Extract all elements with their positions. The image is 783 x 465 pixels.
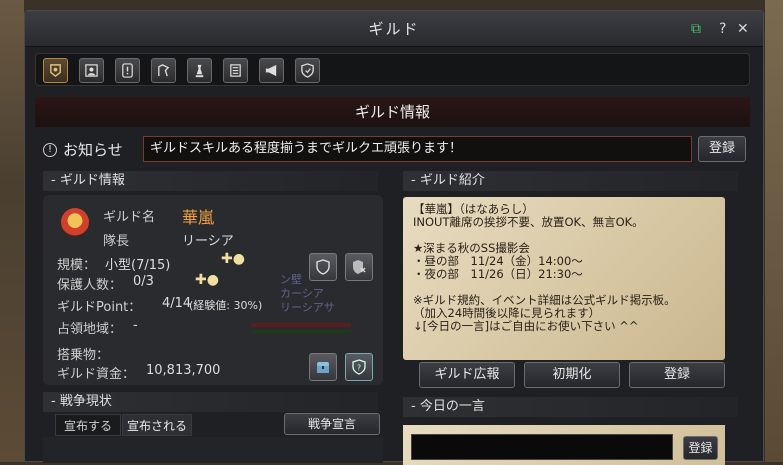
members-tab-icon [85,64,98,77]
tab-shield[interactable] [295,58,320,83]
overlay-ghost-text: ン壁 カーシア リーシアサ [280,273,335,315]
overlay-line: ン壁 [280,273,302,286]
svg-text:?: ? [357,364,361,373]
point-label: ギルドPoint： [57,300,142,315]
tab-toolbar [35,53,750,86]
today-section: - 今日の一言 [403,397,738,417]
notice-icon: ! [43,142,57,157]
tab-skills[interactable] [151,58,176,83]
overlay-bar [251,330,351,333]
tab-notice[interactable] [115,58,140,83]
background-left [0,0,24,462]
tab-chess[interactable] [187,58,212,83]
guild-leave-button[interactable] [345,253,373,281]
skills-tab-icon [158,64,170,77]
shield-cross-icon [353,260,366,274]
point-exp: (経験値: 30%) [189,299,263,312]
tab-megaphone[interactable] [259,58,284,83]
funds-value: 10,813,700 [146,363,221,378]
megaphone-tab-icon [265,64,277,77]
notice-input[interactable]: ギルドスキルある程度揃うまでギルクエ頑張ります！ [143,136,692,162]
leader-label: 隊長 [103,234,130,249]
declare-war-button[interactable]: 戦争宣言 [284,413,380,435]
scale-label: 規模： [57,258,97,273]
close-icon[interactable]: ✕ [737,21,749,37]
guild-emblem [61,208,89,236]
guild-info-section: - ギルド情報 [43,171,378,191]
guild-window: ギルド ⧉ ? ✕ ギルド情報 ! お知らせ ギルドスキルある程度揃うまでギルク… [24,10,764,465]
protect-label: 保護人数： [57,278,123,293]
overlay-line: リーシアサ [280,301,335,314]
notice-label: お知らせ [63,141,123,159]
guild-info-tab-icon [50,64,61,78]
window-title: ギルド [25,11,763,47]
today-register-button[interactable]: 登録 [683,436,718,460]
popout-icon[interactable]: ⧉ [691,21,701,37]
shield-question-icon: ? [352,359,366,375]
scale-value: 小型(7/15) [105,258,171,273]
add-protect-icon[interactable]: ✚● [195,272,219,288]
guild-intro-text: 【華嵐】（はなあらし） INOUT離席の挨拶不要、放置OK、無言OK。 ★深まる… [403,197,725,360]
guild-promo-button[interactable]: ギルド広報 [419,362,515,388]
today-input[interactable] [411,434,673,460]
mount-label: 搭乗物： [57,348,110,363]
board-tab-icon [230,64,241,77]
overlay-bar [251,323,351,327]
guild-name-label: ギルド名 [103,210,156,225]
tab-members[interactable] [79,58,104,83]
section-header: ギルド情報 [35,97,750,127]
tab-board[interactable] [223,58,248,83]
leader-name: リーシア [182,234,234,249]
tab-declared[interactable]: 宣布される [122,414,192,436]
guild-name: 華嵐 [182,208,215,227]
chest-icon [317,362,329,373]
war-list [43,437,383,463]
chess-tab-icon [195,64,204,78]
notice-label-group: ! お知らせ [43,139,123,160]
funds-label: ギルド資金： [57,367,136,382]
intro-register-button[interactable]: 登録 [629,362,725,388]
notice-register-button[interactable]: 登録 [698,136,746,162]
tab-guild-info[interactable] [43,58,68,83]
notice-tab-icon [122,63,133,78]
shield-tab-icon [301,63,314,78]
territory-label: 占領地域： [57,322,123,337]
point-value: 4/14 [162,296,192,311]
background-right [765,0,783,462]
reset-button[interactable]: 初期化 [524,362,620,388]
territory-value: - [133,318,138,333]
overlay-line: カーシア [280,287,324,300]
war-section: - 戦争現状 [43,392,378,412]
storage-button[interactable] [309,353,337,381]
tab-declare[interactable]: 宣布する [55,414,121,436]
protect-value: 0/3 [133,274,154,289]
intro-section: - ギルド紹介 [403,171,738,191]
guild-help-button[interactable]: ? [345,353,373,381]
add-member-icon[interactable]: ✚● [221,251,245,267]
help-icon[interactable]: ? [719,21,726,37]
